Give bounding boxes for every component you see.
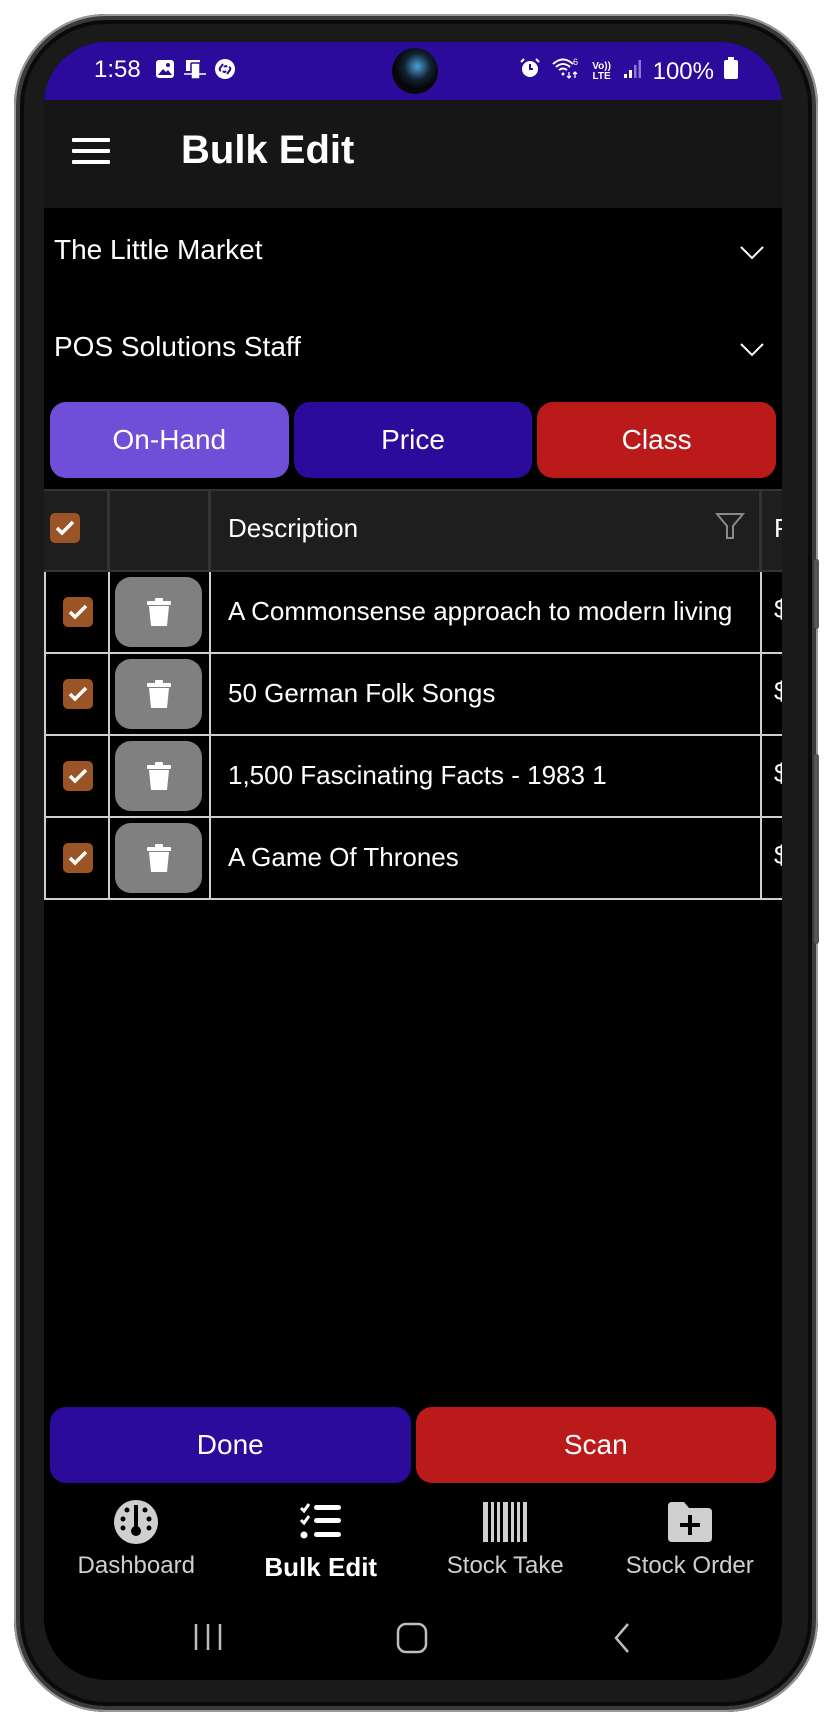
volte-icon: Vo)) LTE [592, 60, 611, 82]
done-button[interactable]: Done [50, 1407, 411, 1483]
table-row: A Game Of Thrones $ [44, 818, 782, 900]
home-icon[interactable] [396, 1622, 428, 1654]
status-time: 1:58 [94, 56, 141, 83]
battery-percent: 100% [652, 57, 714, 85]
description-header-cell[interactable]: Description [211, 491, 762, 570]
edit-mode-tabs: On-Hand Price Class [50, 402, 777, 478]
action-buttons: Done Scan [50, 1407, 776, 1483]
tab-price[interactable]: Price [293, 402, 533, 478]
nav-bulk-edit[interactable]: Bulk Edit [229, 1492, 414, 1592]
staff-dropdown-label: POS Solutions Staff [54, 331, 301, 362]
nav-stock-take[interactable]: Stock Take [413, 1492, 598, 1592]
nav-stock-order[interactable]: Stock Order [598, 1492, 783, 1592]
wifi-6-icon: 6 [551, 56, 581, 87]
chevron-down-icon [740, 246, 764, 260]
nav-stock-order-label: Stock Order [625, 1552, 754, 1579]
description-header: Description [228, 513, 359, 543]
barcode-icon [483, 1502, 528, 1542]
delete-row-button[interactable] [115, 577, 202, 647]
table-row: 50 German Folk Songs $ [44, 654, 782, 736]
app-bar: Bulk Edit [44, 100, 782, 208]
page-title: Bulk Edit [181, 128, 355, 172]
checkmark-icon [68, 768, 88, 784]
status-bar: 1:58 6 Vo)) LTE 100% [44, 42, 782, 100]
checklist-icon [299, 1503, 341, 1539]
volume-button [814, 559, 819, 629]
front-camera [392, 48, 438, 94]
checkmark-icon [68, 604, 88, 620]
select-all-cell [44, 491, 110, 570]
next-column-header: P [762, 491, 782, 570]
hamburger-menu-icon[interactable] [72, 138, 110, 168]
tab-class[interactable]: Class [537, 402, 777, 478]
row-description: A Game Of Thrones [228, 842, 459, 872]
row-checkbox[interactable] [63, 679, 93, 709]
row-description: 50 German Folk Songs [228, 678, 496, 708]
nav-stock-take-label: Stock Take [446, 1552, 564, 1579]
trash-icon [146, 680, 171, 708]
nav-dashboard-label: Dashboard [77, 1552, 195, 1579]
recent-apps-icon[interactable] [192, 1622, 224, 1652]
trash-icon [146, 762, 171, 790]
row-checkbox[interactable] [63, 761, 93, 791]
chevron-down-icon [740, 343, 764, 357]
select-all-checkbox[interactable] [50, 513, 80, 543]
checkmark-icon [68, 686, 88, 702]
staff-dropdown[interactable]: POS Solutions Staff [44, 305, 782, 395]
bottom-navigation: Dashboard Bulk Edit Stock Take Stock Ord… [44, 1492, 782, 1592]
screen: 1:58 6 Vo)) LTE 100% Bulk Edit The Littl… [44, 42, 782, 1680]
signal-icon [623, 58, 643, 86]
system-navigation-bar [44, 1614, 782, 1664]
actions-header-cell [110, 491, 211, 570]
filter-icon[interactable] [715, 511, 745, 541]
nav-dashboard[interactable]: Dashboard [44, 1492, 229, 1592]
delete-row-button[interactable] [115, 823, 202, 893]
table-row: A Commonsense approach to modern living … [44, 572, 782, 654]
row-description: 1,500 Fascinating Facts - 1983 1 [228, 760, 607, 790]
svg-text:6: 6 [573, 57, 578, 67]
folder-plus-icon [667, 1502, 712, 1542]
scan-button[interactable]: Scan [415, 1407, 776, 1483]
table-header: Description P [44, 489, 782, 572]
store-dropdown[interactable]: The Little Market [44, 208, 782, 298]
row-checkbox[interactable] [63, 843, 93, 873]
shazam-icon [214, 58, 236, 80]
delete-row-button[interactable] [115, 659, 202, 729]
items-table: Description P A Commonsense approach to … [44, 489, 782, 900]
table-row: 1,500 Fascinating Facts - 1983 1 $ [44, 736, 782, 818]
nav-bulk-edit-label: Bulk Edit [264, 1552, 378, 1582]
dashboard-gauge-icon [114, 1500, 159, 1544]
checkmark-icon [68, 850, 88, 866]
back-icon[interactable] [612, 1622, 632, 1654]
battery-icon [724, 57, 738, 86]
row-checkbox[interactable] [63, 597, 93, 627]
checkmark-icon [55, 520, 75, 536]
gallery-icon [154, 58, 176, 80]
trash-icon [146, 844, 171, 872]
trash-icon [146, 598, 171, 626]
row-description: A Commonsense approach to modern living [228, 596, 733, 626]
screen-mirror-icon [184, 58, 206, 80]
tab-on-hand[interactable]: On-Hand [50, 402, 289, 478]
power-button [814, 754, 819, 944]
store-dropdown-label: The Little Market [54, 234, 263, 265]
delete-row-button[interactable] [115, 741, 202, 811]
alarm-icon [519, 57, 541, 86]
